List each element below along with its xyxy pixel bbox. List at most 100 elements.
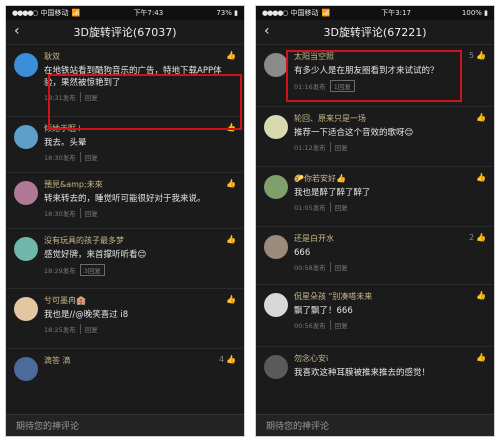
comment-username[interactable]: 还是白开水: [294, 233, 486, 244]
comment-item[interactable]: 侃星朵孩 "别凑嗒未来 👍 飘了飘了！666 00:56发布 回复: [256, 285, 494, 347]
comment-list: 耿双 👍 在地铁站看到酷狗音乐的广告，特地下载APP体验，果然被惊艳到了 18:…: [6, 45, 244, 389]
comment-item[interactable]: 还是白开水 2 👍 666 00:58发布 回复: [256, 227, 494, 285]
comment-list: 太阳当空照 5 👍 有多少人是在朋友圈看到才来试试的？ 01:16发布 1回复 轮…: [256, 45, 494, 393]
avatar[interactable]: [264, 115, 288, 139]
avatar[interactable]: [264, 293, 288, 317]
reply-link[interactable]: 回复: [79, 152, 98, 162]
status-bar: ●●●●○ 中国移动 📶 下午7:43 73% ▮: [6, 6, 244, 20]
comment-username[interactable]: 倾她于眠 i: [44, 123, 236, 134]
clock: 下午3:17: [381, 9, 411, 17]
back-arrow-icon[interactable]: ‹: [264, 23, 270, 39]
comment-input-placeholder: 期待您的神评论: [16, 422, 80, 432]
avatar[interactable]: [14, 53, 38, 77]
comment-time: 01:12发布: [294, 144, 326, 152]
like-button[interactable]: 👍: [226, 179, 236, 188]
comment-username[interactable]: 太阳当空照: [294, 51, 486, 62]
comment-input[interactable]: 期待您的神评论: [256, 414, 494, 436]
comment-item[interactable]: 🌮你若安好👍 👍 我也是醉了醉了醉了 01:05发布 回复: [256, 167, 494, 227]
nav-bar: ‹ 3D旋转评论(67037): [6, 20, 244, 45]
comment-item[interactable]: 耿双 👍 在地铁站看到酷狗音乐的广告，特地下载APP体验，果然被惊艳到了 18:…: [6, 45, 244, 117]
reply-link[interactable]: 回复: [329, 142, 348, 152]
comment-item[interactable]: 太阳当空照 5 👍 有多少人是在朋友圈看到才来试试的？ 01:16发布 1回复: [256, 45, 494, 107]
comment-item[interactable]: 轮回、原来只是一场 👍 推荐一下适合这个音效的歌呀😊 01:12发布 回复: [256, 107, 494, 167]
comment-text: 我也是//@晚笑喜过 i8: [44, 310, 129, 320]
comment-item[interactable]: 没有玩具的孩子最多梦 👍 感觉好牌，来首撑听听看😊 18:29发布 3回复: [6, 229, 244, 289]
avatar[interactable]: [14, 297, 38, 321]
left-phone-screen: ●●●●○ 中国移动 📶 下午7:43 73% ▮ ‹ 3D旋转评论(67037…: [5, 5, 245, 437]
reply-count-button[interactable]: 1回复: [329, 80, 355, 92]
battery-level: 73% ▮: [216, 9, 238, 17]
reply-link[interactable]: 回复: [329, 262, 348, 272]
comment-item[interactable]: 勿念心安i 👍 我喜欢这种耳膜被推来推去的感觉！: [256, 347, 494, 393]
comment-text: 推荐一下适合这个音效的歌呀😊: [294, 128, 414, 138]
page-title: 3D旋转评论(67221): [323, 26, 427, 39]
avatar[interactable]: [14, 125, 38, 149]
like-button[interactable]: 👍: [476, 113, 486, 122]
like-count: 2: [468, 233, 475, 242]
comment-time: 18:30发布: [44, 210, 76, 218]
comment-username[interactable]: 耿双: [44, 51, 236, 62]
comment-text: 我去。头晕: [44, 138, 87, 148]
thumb-up-icon: 👍: [226, 51, 236, 60]
reply-link[interactable]: 回复: [329, 202, 348, 212]
reply-link[interactable]: 回复: [79, 92, 98, 102]
like-button[interactable]: 👍: [226, 51, 236, 60]
avatar[interactable]: [14, 237, 38, 261]
comment-username[interactable]: 侃星朵孩 "别凑嗒未来: [294, 291, 486, 302]
page-title: 3D旋转评论(67037): [73, 26, 177, 39]
carrier-label: 中国移动: [40, 9, 69, 17]
like-count: 5: [468, 51, 475, 60]
like-button[interactable]: 👍: [226, 235, 236, 244]
comment-item[interactable]: 滴答 滴 4 👍: [6, 349, 244, 389]
like-button[interactable]: 5 👍: [469, 51, 486, 60]
avatar[interactable]: [264, 53, 288, 77]
wifi-icon: 📶: [321, 9, 331, 17]
comment-item[interactable]: 倾她于眠 i 👍 我去。头晕 18:30发布 回复: [6, 117, 244, 173]
thumb-up-icon: 👍: [226, 295, 236, 304]
comment-username[interactable]: 🌮你若安好👍: [294, 173, 486, 184]
comment-time: 18:30发布: [44, 154, 76, 162]
comment-username[interactable]: 預見&amp;未來: [44, 179, 236, 190]
like-button[interactable]: 👍: [476, 291, 486, 300]
like-button[interactable]: 👍: [226, 123, 236, 132]
comment-time: 18:29发布: [44, 267, 76, 275]
comment-username[interactable]: 兮可墨冉🏨: [44, 295, 236, 306]
status-bar: ●●●●○ 中国移动 📶 下午3:17 100% ▮: [256, 6, 494, 20]
thumb-up-icon: 👍: [226, 355, 236, 364]
clock: 下午7:43: [133, 9, 164, 17]
comment-time: 01:16发布: [294, 83, 326, 91]
reply-link[interactable]: 回复: [79, 324, 98, 334]
comment-username[interactable]: 滴答 滴: [44, 355, 236, 366]
comment-time: 00:56发布: [294, 322, 326, 330]
comment-item[interactable]: 兮可墨冉🏨 👍 我也是//@晚笑喜过 i8 18:25发布 回复: [6, 289, 244, 349]
like-button[interactable]: 👍: [476, 173, 486, 182]
like-button[interactable]: 👍: [226, 295, 236, 304]
comment-time: 01:05发布: [294, 204, 326, 212]
comment-username[interactable]: 没有玩具的孩子最多梦: [44, 235, 236, 246]
thumb-up-icon: 👍: [476, 173, 486, 182]
comment-input[interactable]: 期待您的神评论: [6, 414, 244, 436]
comment-item[interactable]: 預見&amp;未來 👍 转来转去的，睡觉听可能很好对于我来说。 18:30发布 …: [6, 173, 244, 229]
avatar[interactable]: [264, 355, 288, 379]
thumb-up-icon: 👍: [476, 233, 486, 242]
like-button[interactable]: 4 👍: [219, 355, 236, 364]
comment-text: 感觉好牌，来首撑听听看😊: [44, 250, 147, 260]
like-button[interactable]: 👍: [476, 353, 486, 362]
carrier-label: 中国移动: [290, 9, 319, 17]
avatar[interactable]: [264, 235, 288, 259]
avatar[interactable]: [14, 181, 38, 205]
comment-text: 666: [294, 248, 311, 258]
back-arrow-icon[interactable]: ‹: [14, 23, 20, 39]
avatar[interactable]: [14, 357, 38, 381]
thumb-up-icon: 👍: [226, 123, 236, 132]
reply-count-button[interactable]: 3回复: [79, 264, 105, 276]
reply-link[interactable]: 回复: [79, 208, 98, 218]
thumb-up-icon: 👍: [476, 51, 486, 60]
comment-username[interactable]: 轮回、原来只是一场: [294, 113, 486, 124]
avatar[interactable]: [264, 175, 288, 199]
comment-username[interactable]: 勿念心安i: [294, 353, 486, 364]
like-button[interactable]: 2 👍: [469, 233, 486, 242]
signal-icon: ●●●●○: [262, 9, 289, 17]
reply-link[interactable]: 回复: [329, 320, 348, 330]
comment-time: 18:25发布: [44, 326, 76, 334]
